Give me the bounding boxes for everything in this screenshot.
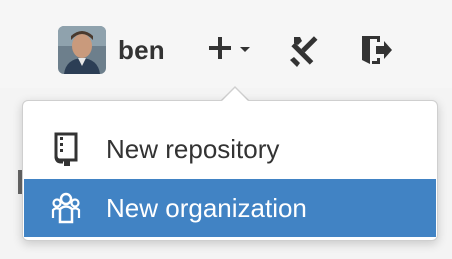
tools-icon[interactable] <box>288 33 324 74</box>
menu-item-new-repository[interactable]: New repository <box>24 120 436 178</box>
menu-item-label: New organization <box>106 192 307 223</box>
user-profile-link[interactable]: ben <box>58 26 165 74</box>
username-label[interactable]: ben <box>118 35 165 66</box>
plus-icon <box>207 35 233 66</box>
menu-item-new-organization[interactable]: New organization <box>24 179 436 237</box>
create-new-dropdown-button[interactable] <box>207 30 251 70</box>
header-bar: ben <box>0 0 452 88</box>
dropdown-caret-fill <box>222 88 248 101</box>
chevron-down-icon <box>239 41 251 59</box>
repo-icon <box>51 132 81 166</box>
avatar[interactable] <box>58 26 106 74</box>
create-new-dropdown-menu: New repository New organization <box>22 100 438 241</box>
organization-icon <box>51 191 81 225</box>
sign-out-icon[interactable] <box>358 32 394 73</box>
page: ben New repository New organization <box>0 0 452 259</box>
menu-item-label: New repository <box>106 133 280 164</box>
